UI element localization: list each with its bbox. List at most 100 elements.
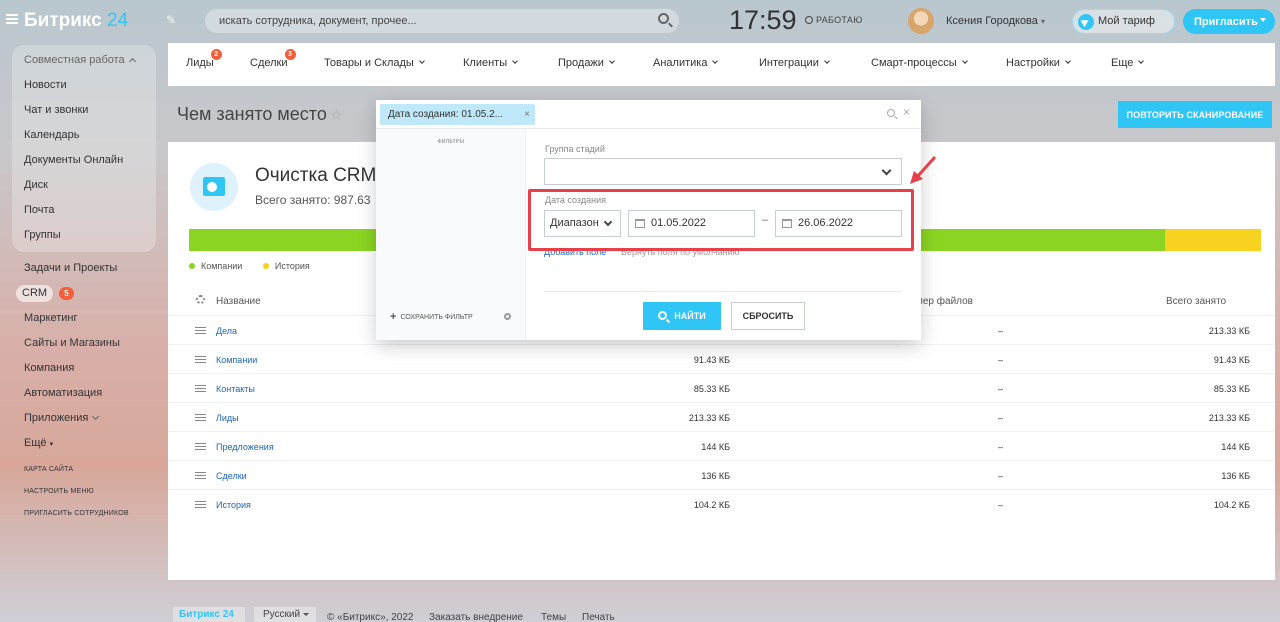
tab-integrations[interactable]: Интеграции: [759, 57, 830, 69]
menu-item-automation[interactable]: Автоматизация: [12, 381, 156, 406]
menu-item-apps[interactable]: Приложения: [12, 406, 156, 431]
save-filter-button[interactable]: + СОХРАНИТЬ ФИЛЬТР: [390, 311, 473, 323]
usage-bar-history-segment: [1164, 229, 1261, 251]
logo[interactable]: Битрикс 24: [24, 10, 128, 32]
print-link[interactable]: Печать: [582, 612, 615, 622]
row-name[interactable]: История: [216, 500, 251, 510]
drag-handle-icon[interactable]: [195, 443, 206, 450]
search-icon[interactable]: [887, 109, 895, 117]
row-size: 91.43 КБ: [693, 355, 730, 365]
col-total[interactable]: Всего занято: [1166, 296, 1226, 307]
tab-settings[interactable]: Настройки: [1006, 57, 1071, 69]
row-total: 213.33 КБ: [1208, 413, 1250, 423]
language-select[interactable]: Русский: [254, 607, 316, 622]
drag-handle-icon[interactable]: [195, 414, 206, 421]
menu-item-tasks[interactable]: Задачи и Проекты: [12, 256, 156, 281]
row-files: –: [998, 384, 1004, 394]
chevron-down-icon: [712, 58, 719, 64]
drag-handle-icon[interactable]: [195, 501, 206, 508]
menu-group-head[interactable]: Совместная работа: [12, 48, 156, 73]
row-files: –: [998, 442, 1004, 452]
menu-item-more[interactable]: Ещё ▾: [12, 431, 156, 456]
menu-item-docs[interactable]: Документы Онлайн: [12, 148, 156, 173]
find-button[interactable]: НАЙТИ: [643, 302, 721, 330]
rescan-button[interactable]: ПОВТОРИТЬ СКАНИРОВАНИЕ: [1118, 101, 1272, 128]
row-name[interactable]: Предложения: [216, 442, 274, 452]
stage-group-select[interactable]: [544, 158, 902, 185]
tab-analytics[interactable]: Аналитика: [653, 57, 719, 69]
legend-item: История: [262, 261, 310, 271]
gear-icon[interactable]: [504, 313, 511, 320]
search-icon[interactable]: [658, 13, 669, 24]
tab-sales[interactable]: Продажи: [558, 57, 615, 69]
tab-smart-processes[interactable]: Смарт-процессы: [871, 57, 968, 69]
invite-button[interactable]: Пригласить: [1183, 9, 1275, 34]
close-icon[interactable]: ×: [903, 105, 910, 119]
menu-item-crm[interactable]: CRM 5: [12, 281, 156, 306]
themes-link[interactable]: Темы: [541, 612, 566, 622]
top-bar: Битрикс 24 ✎ 17:59 РАБОТАЮ Ксения Городк…: [0, 0, 1280, 42]
order-implementation-link[interactable]: Заказать внедрение: [429, 612, 523, 622]
row-name[interactable]: Лиды: [216, 413, 239, 423]
col-files[interactable]: мер файлов: [916, 296, 973, 307]
status-ring-icon: [805, 16, 813, 24]
legend-item: Компании: [189, 261, 242, 271]
star-icon[interactable]: ☆: [330, 107, 343, 124]
filter-search-bar[interactable]: Дата создания: 01.05.2... × ×: [376, 100, 921, 129]
stage-group-label: Группа стадий: [545, 144, 605, 154]
drag-handle-icon[interactable]: [195, 385, 206, 392]
filter-chip[interactable]: Дата создания: 01.05.2... ×: [380, 104, 535, 125]
plus-icon: +: [390, 311, 397, 323]
tab-leads[interactable]: Лиды 2: [186, 49, 222, 69]
work-status[interactable]: РАБОТАЮ: [805, 15, 863, 25]
menu-item-mail[interactable]: Почта: [12, 198, 156, 223]
avatar[interactable]: [908, 8, 934, 34]
row-name[interactable]: Контакты: [216, 384, 255, 394]
search-input[interactable]: [219, 13, 639, 29]
page-title: Чем занято место: [177, 104, 327, 124]
drag-handle-icon[interactable]: [195, 356, 206, 363]
tab-clients[interactable]: Клиенты: [463, 57, 518, 69]
drag-handle-icon[interactable]: [195, 472, 206, 479]
menu-item-marketing[interactable]: Маркетинг: [12, 306, 156, 331]
drag-handle-icon[interactable]: [195, 327, 206, 334]
tab-counter: 3: [284, 49, 296, 60]
menu-item-sites[interactable]: Сайты и Магазины: [12, 331, 156, 356]
configure-menu-link[interactable]: НАСТРОИТЬ МЕНЮ: [24, 488, 94, 495]
row-size: 104.2 КБ: [693, 500, 730, 510]
row-name[interactable]: Сделки: [216, 471, 247, 481]
row-name[interactable]: Дела: [216, 326, 237, 336]
tab-deals[interactable]: Сделки 3: [250, 49, 296, 69]
reset-button[interactable]: СБРОСИТЬ: [731, 302, 805, 330]
pencil-icon[interactable]: ✎: [166, 13, 176, 27]
user-name[interactable]: Ксения Городкова ▾: [946, 15, 1045, 27]
menu-item-disk[interactable]: Диск: [12, 173, 156, 198]
search-bar[interactable]: [205, 9, 679, 33]
menu-item-calendar[interactable]: Календарь: [12, 123, 156, 148]
menu-burger-icon[interactable]: [6, 14, 18, 24]
my-tariff-button[interactable]: Мой тариф: [1072, 9, 1175, 34]
menu-item-groups[interactable]: Группы: [12, 223, 156, 248]
menu-item-chat[interactable]: Чат и звонки: [12, 98, 156, 123]
chip-close-icon[interactable]: ×: [524, 104, 530, 125]
clock[interactable]: 17:59: [729, 5, 797, 36]
tab-goods[interactable]: Товары и Склады: [324, 57, 425, 69]
usage-legend: Компании История: [189, 261, 328, 271]
site-map-link[interactable]: КАРТА САЙТА: [24, 466, 73, 473]
footer-logo[interactable]: Битрикс 24: [173, 607, 245, 622]
menu-item-news[interactable]: Новости: [12, 73, 156, 98]
table-row: История 104.2 КБ – 104.2 КБ: [168, 490, 1275, 519]
gear-icon[interactable]: [196, 295, 205, 304]
table-row: Предложения 144 КБ – 144 КБ: [168, 432, 1275, 461]
left-menu: Совместная работа Новости Чат и звонки К…: [12, 45, 156, 456]
divider: [544, 291, 902, 292]
invite-employees-link[interactable]: ПРИГЛАСИТЬ СОТРУДНИКОВ: [24, 510, 129, 517]
col-name[interactable]: Название: [216, 296, 261, 307]
row-files: –: [998, 413, 1004, 423]
rocket-icon: [1078, 14, 1094, 30]
chevron-down-icon: [512, 58, 518, 64]
menu-item-company[interactable]: Компания: [12, 356, 156, 381]
row-name[interactable]: Компании: [216, 355, 257, 365]
tab-more[interactable]: Еще: [1111, 57, 1145, 69]
chevron-down-icon: [824, 58, 830, 64]
